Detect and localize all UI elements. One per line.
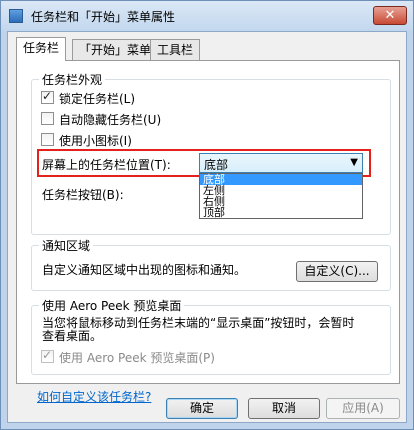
- notification-group-title: 通知区域: [39, 237, 94, 254]
- aero-peek-checkbox[interactable]: [41, 348, 54, 363]
- taskbar-location-label: 屏幕上的任务栏位置(T):: [42, 158, 171, 172]
- window-title: 任务栏和「开始」菜单属性: [31, 10, 176, 24]
- small-icons-label: 使用小图标(I): [59, 134, 132, 148]
- apply-button[interactable]: 应用(A): [326, 398, 400, 419]
- taskbar-location-value: 底部: [204, 158, 229, 172]
- small-icons-checkbox[interactable]: [41, 133, 54, 146]
- lock-taskbar-checkbox[interactable]: [41, 89, 54, 104]
- close-button[interactable]: ✕: [373, 6, 407, 25]
- appearance-group-title: 任务栏外观: [39, 71, 106, 88]
- taskbar-tab-panel: 任务栏外观 锁定任务栏(L) 自动隐藏任务栏(U) 使用小图标(I) 屏幕上的任…: [16, 60, 400, 404]
- tab-toolbars[interactable]: 工具栏: [150, 39, 201, 60]
- help-link[interactable]: 如何自定义该任务栏?: [37, 388, 151, 405]
- dialog-client: 任务栏 「开始」菜单 工具栏 任务栏外观 锁定任务栏(L) 自动隐藏任务栏(U)…: [7, 31, 407, 423]
- ok-button[interactable]: 确定: [166, 398, 238, 419]
- notification-description: 自定义通知区域中出现的图标和通知。: [42, 263, 247, 277]
- auto-hide-checkbox[interactable]: [41, 112, 54, 125]
- aero-peek-description-line2: 查看桌面。: [42, 329, 103, 343]
- taskbar-properties-window: 任务栏和「开始」菜单属性 ✕ 任务栏 「开始」菜单 工具栏 任务栏外观 锁定任务…: [0, 0, 414, 430]
- taskbar-location-select[interactable]: 底部 ▼: [199, 153, 363, 173]
- chevron-down-icon: ▼: [350, 157, 358, 168]
- tab-taskbar[interactable]: 任务栏: [16, 37, 67, 61]
- taskbar-location-dropdown: 底部 左侧 右侧 顶部: [199, 173, 363, 219]
- aero-peek-group-title: 使用 Aero Peek 预览桌面: [39, 297, 185, 314]
- auto-hide-label: 自动隐藏任务栏(U): [59, 113, 162, 127]
- taskbar-icon: [9, 9, 23, 23]
- lock-taskbar-label: 锁定任务栏(L): [59, 92, 136, 106]
- location-option-top[interactable]: 顶部: [200, 207, 225, 218]
- customize-notification-button[interactable]: 自定义(C)...: [296, 261, 378, 282]
- taskbar-buttons-label: 任务栏按钮(B):: [42, 188, 124, 202]
- title-bar[interactable]: 任务栏和「开始」菜单属性 ✕: [1, 1, 413, 31]
- aero-peek-label: 使用 Aero Peek 预览桌面(P): [59, 351, 215, 365]
- cancel-button[interactable]: 取消: [248, 398, 320, 419]
- tab-start-menu[interactable]: 「开始」菜单: [72, 39, 159, 60]
